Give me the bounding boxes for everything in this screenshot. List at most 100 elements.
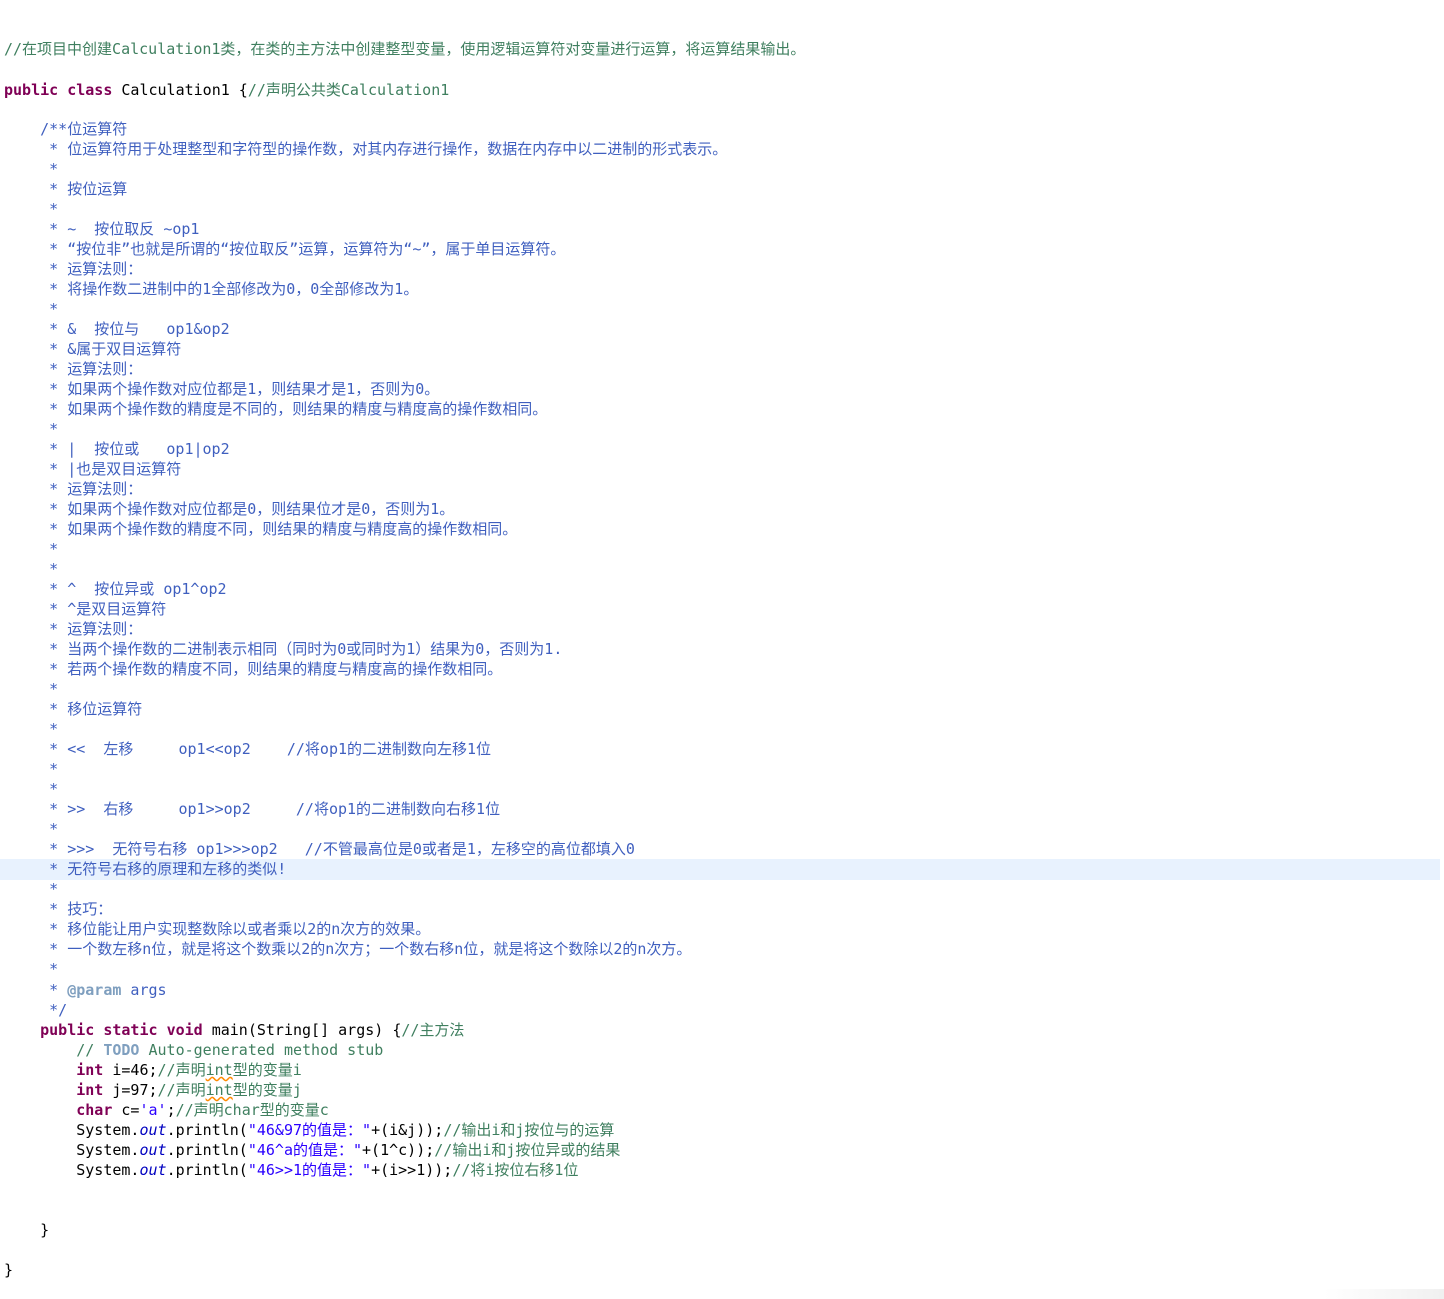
javadoc-line: * 将操作数二进制中的1全部修改为0，0全部修改为1。 [4, 280, 419, 298]
javadoc-line: * 技巧： [4, 900, 113, 918]
javadoc-line: * [4, 200, 59, 218]
javadoc-line: * [4, 560, 59, 578]
javadoc-line: * 如果两个操作数对应位都是0，则结果位才是0，否则为1。 [4, 500, 455, 518]
comment-text: //声明 [157, 1081, 206, 1099]
class-name: Calculation1 { [112, 81, 248, 99]
line-comment: //声明int型的变量i [158, 1061, 302, 1079]
line-comment: //声明int型的变量j [158, 1081, 302, 1099]
javadoc-line: * “按位非”也就是所谓的“按位取反”运算，运算符为“~”，属于单目运算符。 [4, 240, 566, 258]
line-comment: //主方法 [401, 1021, 465, 1039]
javadoc-line: * & 按位与 op1&op2 [4, 320, 230, 338]
code-text: +(i>>1)); [371, 1161, 453, 1179]
string-literal: "46>>1的值是：" [247, 1161, 372, 1179]
line-comment: //在项目中创建Calculation1类，在类的主方法中创建整型变量，使用逻辑… [4, 40, 806, 58]
javadoc-line: * 如果两个操作数的精度是不同的，则结果的精度与精度高的操作数相同。 [4, 400, 548, 418]
javadoc-line: * [4, 760, 59, 778]
javadoc-prefix: * [4, 981, 68, 999]
code-line-println-3[interactable]: System.out.println("46>>1的值是："+(i>>1));/… [4, 1160, 578, 1180]
code-line-int-i[interactable]: int i=46;//声明int型的变量i [4, 1060, 302, 1080]
comment-text: //声明 [157, 1061, 206, 1079]
comment-prefix: // [4, 1041, 104, 1059]
keyword-int: int [76, 1061, 104, 1079]
keyword-static: static [103, 1021, 158, 1039]
line-comment: //将i按位右移1位 [452, 1161, 579, 1179]
code-text: System. [76, 1161, 140, 1179]
code-text: .println( [166, 1161, 248, 1179]
char-literal: 'a' [139, 1101, 167, 1119]
javadoc-line: * ^是双目运算符 [4, 600, 167, 618]
javadoc-line: * [4, 780, 59, 798]
code-text: +(i&j)); [371, 1121, 444, 1139]
class-declaration[interactable]: public class Calculation1 {//声明公共类Calcul… [4, 80, 449, 100]
javadoc-line: * |也是双目运算符 [4, 460, 182, 478]
javadoc-line: * 移位能让用户实现整数除以或者乘以2的n次方的效果。 [4, 920, 431, 938]
code-line-println-1[interactable]: System.out.println("46&97的值是："+(i&j));//… [4, 1120, 614, 1140]
line-comment: //输出i和j按位异或的结果 [434, 1141, 621, 1159]
javadoc-line: * [4, 160, 59, 178]
javadoc-line: * 位运算符用于处理整型和字符型的操作数，对其内存进行操作，数据在内存中以二进制… [4, 140, 728, 158]
code-line-1[interactable]: //在项目中创建Calculation1类，在类的主方法中创建整型变量，使用逻辑… [4, 39, 805, 59]
javadoc-line: * 运算法则： [4, 620, 143, 638]
code-text: .println( [166, 1141, 248, 1159]
code-text: j=97; [103, 1081, 158, 1099]
static-field-out: out [139, 1121, 167, 1139]
javadoc-line: * [4, 820, 59, 838]
javadoc-line: * [4, 420, 59, 438]
keyword-char: char [76, 1101, 113, 1119]
javadoc-line: * 如果两个操作数的精度不同，则结果的精度与精度高的操作数相同。 [4, 520, 518, 538]
static-field-out: out [139, 1141, 167, 1159]
code-line-char-c[interactable]: char c='a';//声明char型的变量c [4, 1100, 329, 1120]
javadoc-line: * ~ 按位取反 ~op1 [4, 220, 200, 238]
javadoc-line: * [4, 680, 59, 698]
method-signature: main(String[] args) { [202, 1021, 402, 1039]
javadoc-line: * 一个数左移n位，就是将这个数乘以2的n次方；一个数右移n位，就是将这个数除以… [4, 940, 692, 958]
static-field-out: out [139, 1161, 167, 1179]
javadoc-line: /**位运算符 [4, 120, 128, 138]
todo-tag: TODO [103, 1041, 140, 1059]
comment-text: Auto-generated method stub [139, 1041, 384, 1059]
line-comment: //声明char型的变量c [175, 1101, 329, 1119]
param-name: args [121, 981, 167, 999]
javadoc-line-current: * 无符号右移的原理和左移的类似! [4, 860, 287, 878]
code-text: c= [112, 1101, 140, 1119]
javadoc-line: * << 左移 op1<<op2 //将op1的二进制数向左移1位 [4, 740, 492, 758]
code-line-int-j[interactable]: int j=97;//声明int型的变量j [4, 1080, 302, 1100]
spelling-squiggle: int [205, 1081, 233, 1099]
javadoc-line: * 移位运算符 [4, 700, 143, 718]
javadoc-line: * [4, 540, 59, 558]
main-method-declaration[interactable]: public static void main(String[] args) {… [4, 1020, 464, 1040]
keyword-public: public [4, 81, 59, 99]
code-text: i=46; [103, 1061, 158, 1079]
code-line-println-2[interactable]: System.out.println("46^a的值是："+(1^c));//输… [4, 1140, 620, 1160]
todo-comment-line[interactable]: // TODO Auto-generated method stub [4, 1040, 383, 1060]
javadoc-line: * 如果两个操作数对应位都是1，则结果才是1，否则为0。 [4, 380, 440, 398]
javadoc-line: * 运算法则： [4, 260, 143, 278]
string-literal: "46^a的值是：" [247, 1141, 363, 1159]
code-editor[interactable]: //在项目中创建Calculation1类，在类的主方法中创建整型变量，使用逻辑… [0, 0, 1444, 1299]
comment-text: 型的变量j [232, 1081, 302, 1099]
javadoc-line: * [4, 960, 59, 978]
spelling-squiggle: int [205, 1061, 233, 1079]
keyword-public: public [40, 1021, 95, 1039]
corner-shadow [1324, 1289, 1444, 1299]
javadoc-line: * &属于双目运算符 [4, 340, 182, 358]
javadoc-line: * >> 右移 op1>>op2 //将op1的二进制数向右移1位 [4, 800, 501, 818]
javadoc-line: * 运算法则： [4, 480, 143, 498]
javadoc-line: * 当两个操作数的二进制表示相同（同时为0或同时为1）结果为0，否则为1. [4, 640, 563, 658]
method-closing-brace[interactable]: } [4, 1220, 49, 1240]
javadoc-line: * | 按位或 op1|op2 [4, 440, 230, 458]
code-text: System. [76, 1141, 140, 1159]
javadoc-line: * 若两个操作数的精度不同，则结果的精度与精度高的操作数相同。 [4, 660, 503, 678]
code-text: .println( [166, 1121, 248, 1139]
line-comment: //输出i和j按位与的运算 [443, 1121, 615, 1139]
code-text: System. [76, 1121, 140, 1139]
class-closing-brace[interactable]: } [4, 1260, 13, 1280]
javadoc-line: * ^ 按位异或 op1^op2 [4, 580, 227, 598]
code-text: +(1^c)); [362, 1141, 435, 1159]
